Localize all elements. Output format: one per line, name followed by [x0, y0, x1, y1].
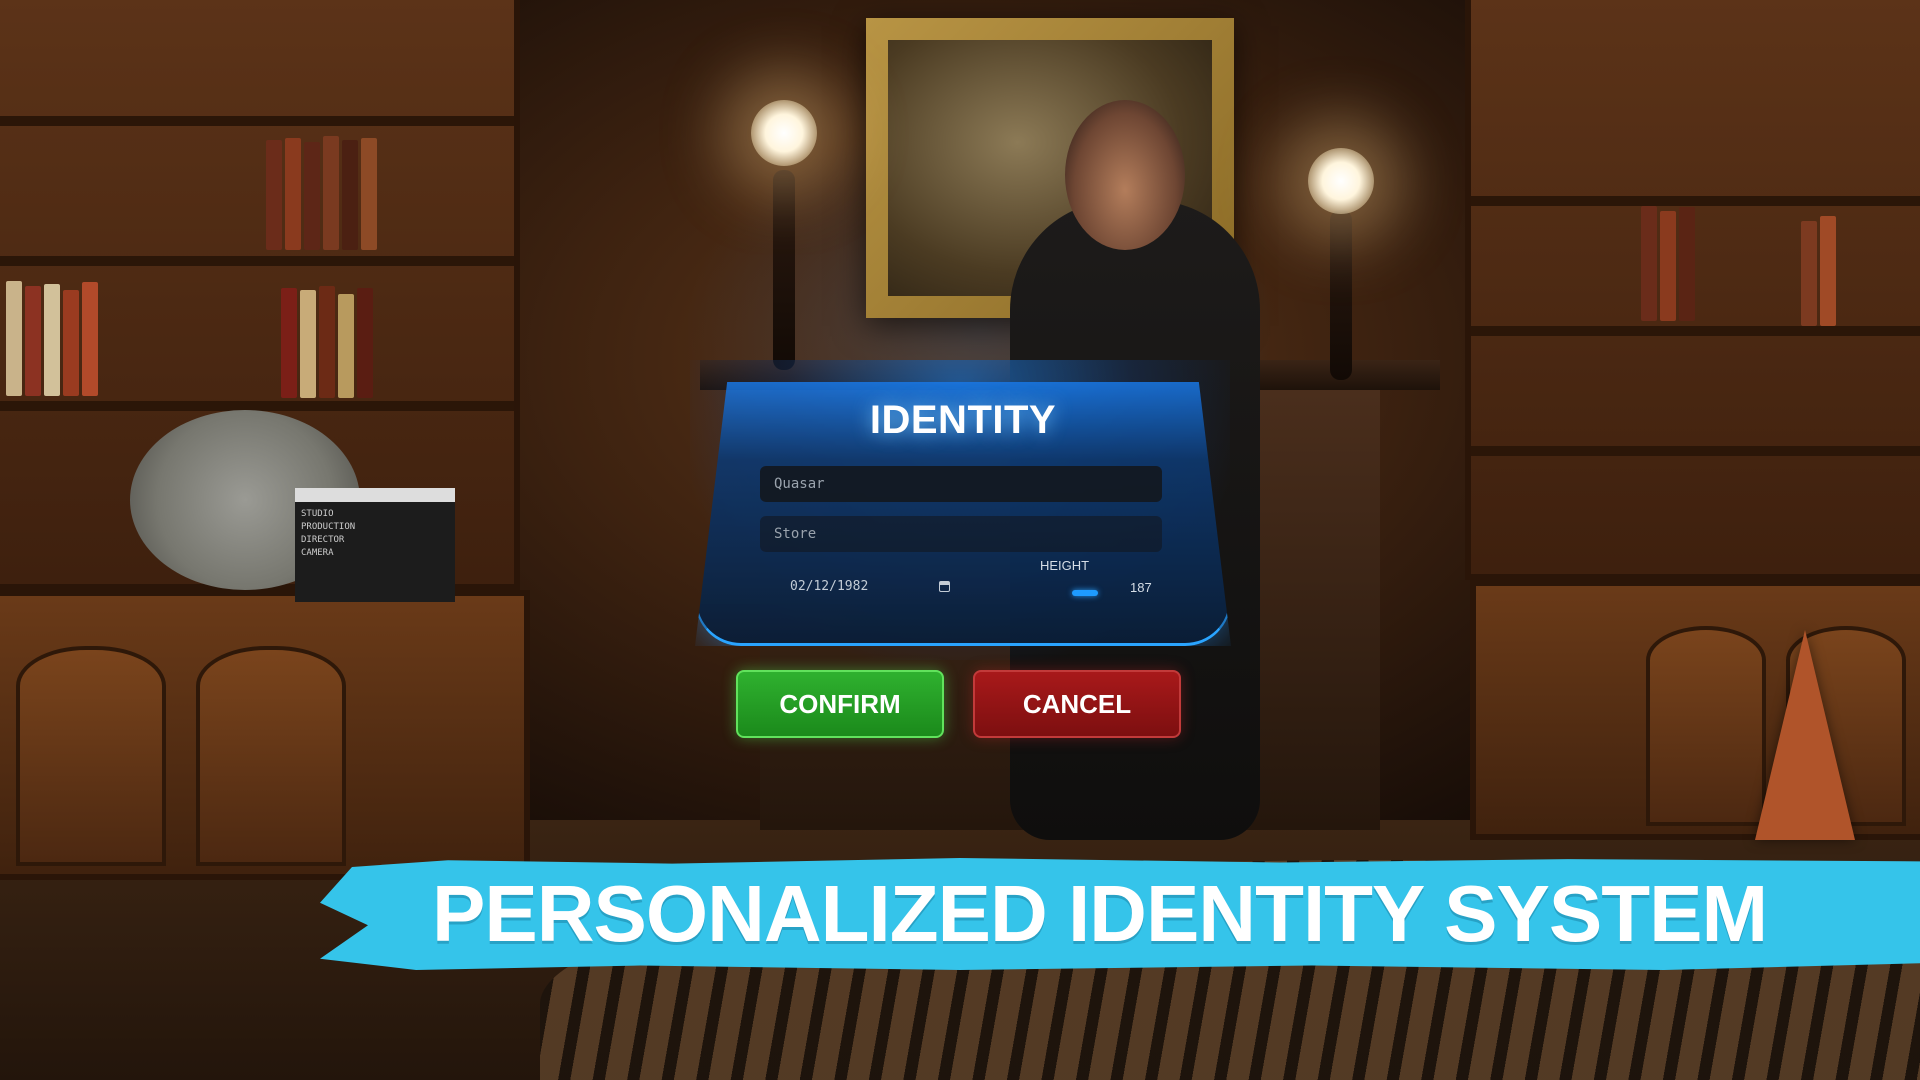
- panel-title: IDENTITY: [869, 398, 1057, 442]
- left-lamp-stand: [773, 170, 795, 370]
- confirm-button[interactable]: CONFIRM: [736, 670, 944, 738]
- height-slider[interactable]: [1040, 590, 1130, 596]
- first-name-input[interactable]: [760, 466, 1162, 502]
- height-value: 187: [1130, 580, 1152, 595]
- character-head: [1065, 100, 1185, 250]
- calendar-icon[interactable]: [939, 580, 950, 592]
- right-lamp-stand: [1330, 210, 1352, 380]
- traffic-cone: [1755, 630, 1855, 840]
- game-scene: STUDIO PRODUCTION DIRECTOR CAMERA IDENTITY …: [0, 0, 1920, 1080]
- date-of-birth-value: 02/12/1982: [790, 578, 869, 594]
- left-cabinet: [0, 590, 530, 880]
- right-lamp-globe: [1308, 148, 1374, 214]
- left-lamp-globe: [751, 100, 817, 166]
- last-name-input[interactable]: [760, 516, 1162, 552]
- date-of-birth-input[interactable]: 02/12/1982: [790, 574, 950, 598]
- height-label: HEIGHT: [1040, 558, 1090, 573]
- right-bookcase: [1465, 0, 1920, 580]
- clapperboard: STUDIO PRODUCTION DIRECTOR CAMERA: [295, 488, 455, 602]
- cancel-button[interactable]: CANCEL: [973, 670, 1181, 738]
- height-slider-thumb[interactable]: [1072, 590, 1098, 596]
- banner-title: PERSONALIZED IDENTITY SYSTEM: [432, 869, 1768, 958]
